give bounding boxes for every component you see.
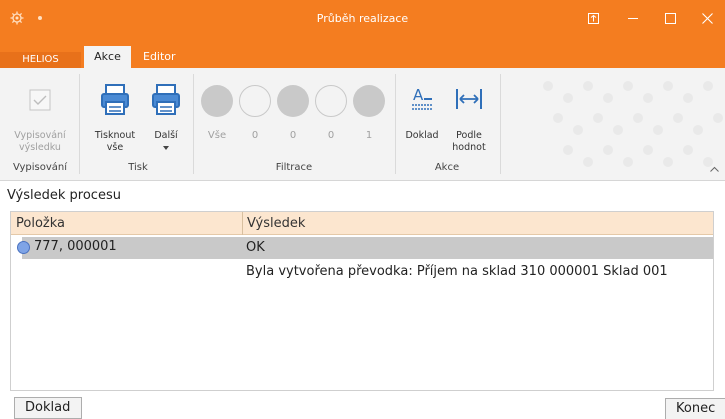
group-label-tisk: Tisk [128, 162, 148, 173]
close-icon [701, 12, 713, 24]
tisknout-label-2: vše [106, 142, 124, 153]
tisknout-label-1: Tisknout [94, 130, 136, 141]
decorative-pattern [543, 81, 723, 167]
tab-editor[interactable]: Editor [134, 46, 181, 68]
ribbon: Vypisování výsledku Vypisování Tisknout … [0, 68, 725, 181]
vypisovani-label-2: výsledku [19, 142, 61, 153]
ribbon-separator [193, 74, 194, 174]
podle-label-1: Podle [456, 130, 482, 141]
grid-header: Položka Výsledek [11, 212, 713, 235]
close-button[interactable] [692, 6, 722, 30]
filter-all-button[interactable] [201, 85, 233, 117]
filter-button[interactable] [277, 85, 309, 117]
ribbon-display-button[interactable] [578, 6, 608, 30]
vypisovani-label-1: Vypisování [14, 130, 66, 141]
filter-count: 0 [251, 130, 259, 141]
group-label-filtrace: Filtrace [275, 162, 313, 173]
dropdown-arrow-icon [163, 146, 169, 150]
ribbon-separator [395, 74, 396, 174]
filter-button[interactable] [239, 85, 271, 117]
minimize-icon [627, 17, 638, 19]
ribbon-display-icon [587, 12, 599, 24]
table-row[interactable]: Byla vytvořena převodka: Příjem na sklad… [11, 260, 713, 282]
column-separator[interactable] [242, 212, 243, 235]
maximize-button[interactable] [655, 6, 685, 30]
filter-count: 0 [289, 130, 297, 141]
konec-button[interactable]: Konec [665, 398, 725, 419]
ribbon-tabs: HELIOS Akce Editor [0, 42, 725, 68]
cell-vysledek: OK [246, 240, 265, 255]
checkbox-icon [29, 89, 51, 111]
cell-vysledek: Byla vytvořena převodka: Příjem na sklad… [246, 264, 668, 279]
podle-label-2: hodnot [452, 142, 486, 153]
vypisovani-vysledku-button[interactable]: Vypisování výsledku [14, 68, 66, 158]
collapse-ribbon-icon[interactable] [710, 166, 719, 172]
filter-count: 0 [327, 130, 335, 141]
filter-button[interactable] [315, 85, 347, 117]
tisknout-vse-button[interactable]: Tisknout vše [90, 68, 140, 158]
doklad-button[interactable]: Doklad [14, 397, 82, 419]
filter-button[interactable] [353, 85, 385, 117]
section-title: Výsledek procesu [7, 188, 121, 203]
result-grid: Položka Výsledek 777, 000001 OK Byla vyt… [10, 211, 714, 391]
title-bar: Průběh realizace [0, 0, 725, 42]
column-width-icon [456, 89, 482, 109]
table-row[interactable]: 777, 000001 OK [11, 237, 713, 259]
doklad-ribbon-button[interactable]: A Doklad [402, 68, 442, 158]
column-header-vysledek[interactable]: Výsledek [247, 216, 305, 231]
maximize-icon [664, 12, 676, 24]
filter-count: 1 [365, 130, 373, 141]
doklad-ribbon-label: Doklad [405, 130, 439, 141]
dalsi-label: Další [154, 130, 178, 141]
printer-icon [152, 84, 180, 115]
document-text-icon: A [412, 86, 432, 110]
dalsi-print-dropdown-button[interactable]: Další [146, 68, 186, 158]
ribbon-separator [79, 74, 80, 174]
window: Průběh realizace HELIOS Akce Editor Vypi… [0, 0, 725, 419]
tab-akce[interactable]: Akce [84, 46, 131, 68]
filter-all-label: Vše [207, 130, 227, 141]
tab-helios[interactable]: HELIOS [0, 52, 81, 68]
status-dot-icon [17, 241, 30, 254]
podle-hodnot-button[interactable]: Podle hodnot [446, 68, 492, 158]
group-label-vypisovani: Vypisování [12, 162, 68, 173]
column-header-polozka[interactable]: Položka [16, 216, 65, 231]
cell-polozka: 777, 000001 [34, 239, 117, 254]
minimize-button[interactable] [618, 6, 648, 30]
svg-text:A: A [413, 86, 424, 104]
group-label-akce: Akce [434, 162, 460, 173]
ribbon-separator [500, 74, 501, 174]
printer-icon [101, 84, 129, 115]
window-title: Průběh realizace [316, 12, 409, 25]
